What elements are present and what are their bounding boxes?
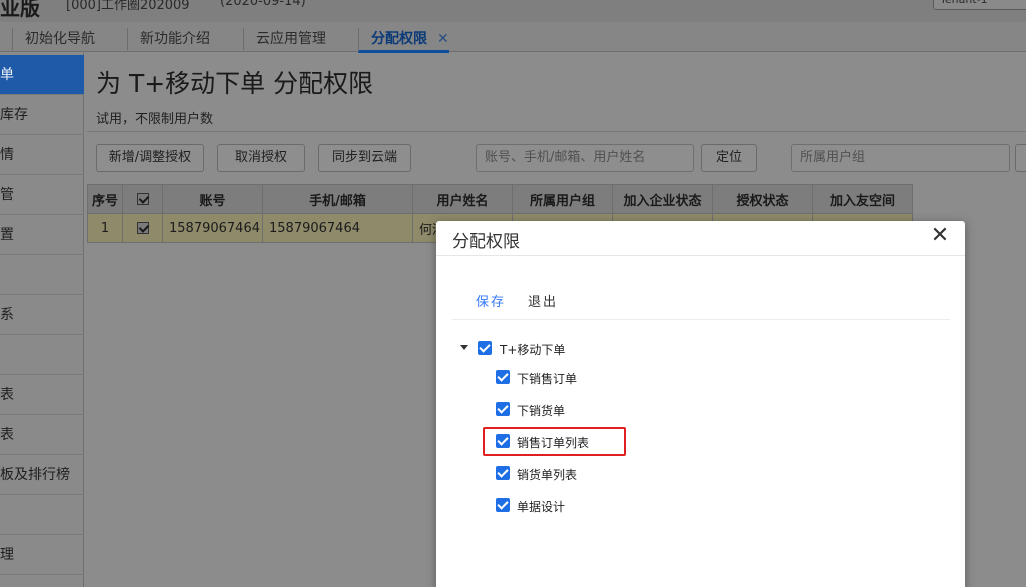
sidebar-item-3[interactable]: 管 xyxy=(0,175,84,215)
sidebar-item-9[interactable]: 表 xyxy=(0,415,84,455)
col-phone-email: 手机/邮箱 xyxy=(262,184,413,214)
col-account: 账号 xyxy=(162,184,263,214)
quit-button[interactable]: 退出 xyxy=(528,291,558,310)
col-space: 加入友空间 xyxy=(812,184,913,214)
page-title: 为 T+移动下单 分配权限 xyxy=(96,69,374,98)
tree-node-root[interactable]: T+移动下单 xyxy=(460,340,660,358)
tree-node-label: 下销货单 xyxy=(517,404,566,418)
user-menu[interactable]: Tenant-1 xyxy=(933,0,1026,10)
tab-cloud-apps[interactable]: 云应用管理 xyxy=(243,28,326,50)
sidebar-item-5[interactable] xyxy=(0,255,84,295)
col-index: 序号 xyxy=(87,184,123,214)
sidebar-item-4[interactable]: 置 xyxy=(0,215,84,255)
sidebar-item-2[interactable]: 情 xyxy=(0,135,84,175)
tab-label: 新功能介绍 xyxy=(140,31,210,47)
product-brand: 业版 xyxy=(0,0,40,20)
divider xyxy=(87,131,1026,132)
account-set-label: [000]工作圈202009 xyxy=(66,0,190,13)
sidebar: 单 库存 情 管 置 系 表 表 板及排行榜 理 xyxy=(0,53,84,587)
close-tab-icon[interactable]: ✕ xyxy=(437,31,449,47)
highlight-annotation-box xyxy=(483,427,626,456)
cell-account: 15879067464 xyxy=(162,213,263,243)
cell-index: 1 xyxy=(87,213,123,243)
col-select-all[interactable] xyxy=(122,184,163,214)
checkbox-checked-icon[interactable] xyxy=(478,341,492,355)
sidebar-item-6[interactable]: 系 xyxy=(0,295,84,335)
tab-strip: 初始化导航 新功能介绍 云应用管理 分配权限 ✕ xyxy=(0,22,1026,53)
select-all-checkbox[interactable] xyxy=(136,193,149,205)
add-authorization-button[interactable]: 新增/调整授权 xyxy=(96,144,204,172)
sidebar-item-8[interactable]: 表 xyxy=(0,375,84,415)
col-auth-status: 授权状态 xyxy=(712,184,813,214)
col-user-group: 所属用户组 xyxy=(512,184,613,214)
checkbox-checked-icon[interactable] xyxy=(496,466,510,480)
sidebar-item-1[interactable]: 库存 xyxy=(0,95,84,135)
checkbox-checked-icon[interactable] xyxy=(496,370,510,384)
tree-node-child-2[interactable]: 下销货单 xyxy=(496,401,676,419)
tree-node-label: T+移动下单 xyxy=(500,343,566,357)
user-group-filter[interactable]: 所属用户组 xyxy=(791,144,1010,172)
login-date: (2020-09-14) xyxy=(220,0,306,9)
col-join-status: 加入企业状态 xyxy=(612,184,713,214)
close-icon[interactable]: ✕ xyxy=(930,225,950,247)
tab-label: 初始化导航 xyxy=(25,31,95,47)
tab-label: 分配权限 xyxy=(371,31,427,47)
checkbox-checked-icon[interactable] xyxy=(496,498,510,512)
tree-node-label: 下销售订单 xyxy=(517,372,578,386)
checkbox-checked-icon[interactable] xyxy=(496,402,510,416)
toolbar-divider xyxy=(452,319,950,320)
tree-node-child-1[interactable]: 下销售订单 xyxy=(496,369,676,387)
top-header: 业版 [000]工作圈202009 (2020-09-14) Tenant-1 xyxy=(0,0,1026,22)
sidebar-item-7[interactable] xyxy=(0,335,84,375)
search-input[interactable]: 账号、手机/邮箱、用户姓名 xyxy=(476,144,694,172)
tree-node-child-5[interactable]: 单据设计 xyxy=(496,497,676,515)
assign-permission-dialog: 分配权限 ✕ 保存 退出 T+移动下单 下销售订单 下销货单 销售订单列表 销货… xyxy=(436,221,965,587)
tree-node-label: 销货单列表 xyxy=(517,468,578,482)
sync-cloud-button[interactable]: 同步到云端 xyxy=(318,144,411,172)
more-button[interactable] xyxy=(1015,144,1026,172)
cancel-authorization-button[interactable]: 取消授权 xyxy=(217,144,305,172)
sidebar-item-10[interactable]: 板及排行榜 xyxy=(0,455,84,495)
dialog-title: 分配权限 xyxy=(452,232,520,252)
locate-button[interactable]: 定位 xyxy=(701,144,757,172)
tab-init-guide[interactable]: 初始化导航 xyxy=(12,28,95,50)
cell-select[interactable] xyxy=(122,213,163,243)
tab-new-features[interactable]: 新功能介绍 xyxy=(127,28,210,50)
sidebar-item-12[interactable]: 理 xyxy=(0,535,84,575)
cell-phone: 15879067464 xyxy=(262,213,413,243)
sidebar-item-11[interactable] xyxy=(0,495,84,535)
caret-down-icon[interactable] xyxy=(460,345,468,350)
table-header-row: 序号 账号 手机/邮箱 用户姓名 所属用户组 加入企业状态 授权状态 加入友空间 xyxy=(87,184,913,214)
save-button[interactable]: 保存 xyxy=(476,291,506,310)
dialog-header-divider xyxy=(436,255,965,256)
tree-node-label: 单据设计 xyxy=(517,500,566,514)
col-user-name: 用户姓名 xyxy=(412,184,513,214)
tab-assign-permissions[interactable]: 分配权限 ✕ xyxy=(358,28,449,53)
license-note: 试用，不限制用户数 xyxy=(96,112,214,127)
tree-node-child-4[interactable]: 销货单列表 xyxy=(496,465,676,483)
sidebar-item-0[interactable]: 单 xyxy=(0,55,84,95)
tab-label: 云应用管理 xyxy=(256,31,326,47)
row-checkbox[interactable] xyxy=(136,222,149,234)
